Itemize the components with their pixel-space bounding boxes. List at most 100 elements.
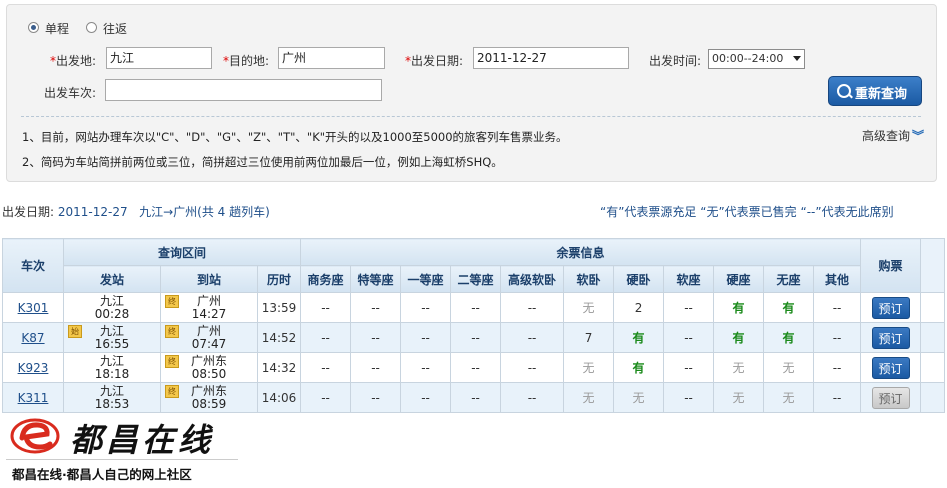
seat-availability-cell: 无 bbox=[763, 352, 815, 383]
train-number-cell: K923 bbox=[2, 352, 64, 383]
seat-availability-cell: -- bbox=[400, 292, 452, 323]
seat-availability-cell: 无 bbox=[563, 292, 615, 323]
duration-cell: 14:32 bbox=[256, 352, 302, 383]
col-seat-4: 高级软卧 bbox=[500, 265, 565, 293]
seat-availability-cell: 有 bbox=[613, 322, 665, 353]
arrival-cell: 终广州 14:27 bbox=[160, 292, 258, 323]
seat-availability-cell: -- bbox=[450, 382, 502, 413]
scroll-gutter-cell bbox=[920, 322, 946, 353]
seat-availability-cell: -- bbox=[500, 292, 565, 323]
col-train: 车次 bbox=[2, 238, 64, 293]
departure-cell: 始九江 16:55 bbox=[63, 322, 161, 353]
col-seat-8: 硬座 bbox=[713, 265, 765, 293]
seat-availability-cell: -- bbox=[300, 322, 352, 353]
col-seat-3: 二等座 bbox=[450, 265, 502, 293]
train-number-cell: K311 bbox=[2, 382, 64, 413]
arrival-time: 08:50 bbox=[191, 367, 227, 381]
seat-availability-cell: -- bbox=[500, 322, 565, 353]
duration-cell: 14:52 bbox=[256, 322, 302, 353]
seat-availability-cell: -- bbox=[350, 292, 402, 323]
book-button[interactable]: 预订 bbox=[871, 356, 910, 379]
one-way-radio[interactable] bbox=[28, 22, 39, 33]
table-row: K87 始九江 16:55 终广州 07:47 14:52 -- -- -- -- -- 7 有 -- 有有… bbox=[2, 322, 946, 353]
seat-availability-cell: 有 bbox=[713, 292, 765, 323]
book-button[interactable]: 预订 bbox=[871, 386, 910, 409]
seat-availability-cell: -- bbox=[400, 382, 452, 413]
train-no-input[interactable] bbox=[105, 79, 382, 101]
search-button[interactable]: 重新查询 bbox=[828, 76, 922, 106]
seat-availability-cell: -- bbox=[663, 322, 715, 353]
col-seat-10: 其他 bbox=[813, 265, 862, 293]
train-no-label: 出发车次: bbox=[44, 86, 97, 100]
watermark-name: 都昌在线 bbox=[70, 421, 215, 459]
train-number-link[interactable]: K87 bbox=[21, 331, 44, 345]
seat-availability-cell: -- bbox=[400, 352, 452, 383]
query-panel: 单程 往返 *出发地: 九江 *目的地: 广州 *出发日期: 2011-12-2… bbox=[6, 4, 937, 182]
advanced-query-link[interactable]: 高级查询 ︾ bbox=[862, 127, 924, 144]
departure-cell: 九江 18:18 bbox=[63, 352, 161, 383]
col-seat-2: 一等座 bbox=[400, 265, 452, 293]
col-arr: 到站 bbox=[160, 265, 258, 293]
table-row: K923 九江 18:18 终广州东 08:50 14:32 -- -- -- -- -- 无有 -- 无… bbox=[2, 352, 946, 383]
scroll-gutter-cell bbox=[920, 292, 946, 323]
col-seat-0: 商务座 bbox=[300, 265, 352, 293]
col-range: 查询区间 bbox=[62, 238, 302, 266]
seat-availability-cell: -- bbox=[450, 352, 502, 383]
summary-date: 2011-12-27 bbox=[57, 205, 128, 219]
from-input[interactable]: 九江 bbox=[106, 47, 212, 69]
booking-cell: 预订 bbox=[860, 382, 922, 413]
seat-availability-cell: -- bbox=[663, 382, 715, 413]
seat-availability-cell: -- bbox=[813, 292, 862, 323]
duration-cell: 13:59 bbox=[256, 292, 302, 323]
departure-cell: 九江 18:53 bbox=[63, 382, 161, 413]
results-table: 车次 查询区间 余票信息 购票 发站 到站 历时 商务座 特等座 一等座 二等座 高级软… bbox=[2, 238, 946, 413]
divider bbox=[21, 116, 921, 117]
watermark-tagline: 都昌在线·都昌人自己的网上社区 bbox=[12, 467, 192, 482]
summary-date-label: 出发日期: bbox=[2, 205, 55, 219]
seat-availability-cell: -- bbox=[350, 322, 402, 353]
train-number-link[interactable]: K923 bbox=[18, 361, 49, 375]
departure-time: 00:28 bbox=[94, 307, 130, 321]
book-button[interactable]: 预订 bbox=[871, 296, 910, 319]
train-number-link[interactable]: K311 bbox=[18, 391, 49, 405]
col-seat-6: 硬卧 bbox=[613, 265, 665, 293]
availability-legend: “有”代表票源充足 “无”代表票已售完 “--”代表无此席别 bbox=[600, 205, 894, 219]
watermark-divider bbox=[6, 459, 238, 460]
seat-availability-cell: -- bbox=[300, 382, 352, 413]
arrival-cell: 终广州东 08:59 bbox=[160, 382, 258, 413]
summary-count: 4 bbox=[217, 205, 226, 219]
seat-availability-cell: -- bbox=[350, 352, 402, 383]
one-way-label: 单程 bbox=[45, 22, 70, 36]
duration-cell: 14:06 bbox=[256, 382, 302, 413]
seat-availability-cell: -- bbox=[400, 322, 452, 353]
search-icon bbox=[837, 84, 851, 98]
col-seat-1: 特等座 bbox=[350, 265, 402, 293]
round-trip-radio[interactable] bbox=[86, 22, 97, 33]
train-number-link[interactable]: K301 bbox=[18, 301, 49, 315]
col-seat-9: 无座 bbox=[763, 265, 815, 293]
col-buy: 购票 bbox=[860, 238, 922, 293]
book-button[interactable]: 预订 bbox=[871, 326, 910, 349]
departure-time: 18:18 bbox=[94, 367, 130, 381]
date-input[interactable]: 2011-12-27 bbox=[473, 47, 629, 69]
seat-availability-cell: -- bbox=[813, 352, 862, 383]
seat-availability-cell: -- bbox=[500, 382, 565, 413]
seat-availability-cell: 无 bbox=[763, 382, 815, 413]
chevron-down-icon bbox=[793, 56, 801, 61]
seat-availability-cell: -- bbox=[663, 292, 715, 323]
seat-availability-cell: 无 bbox=[713, 382, 765, 413]
arrival-cell: 终广州东 08:50 bbox=[160, 352, 258, 383]
seat-availability-cell: 有 bbox=[613, 352, 665, 383]
seat-availability-cell: -- bbox=[813, 382, 862, 413]
seat-availability-cell: -- bbox=[450, 292, 502, 323]
departure-cell: 九江 00:28 bbox=[63, 292, 161, 323]
to-input[interactable]: 广州 bbox=[278, 47, 385, 69]
booking-cell: 预订 bbox=[860, 322, 922, 353]
round-trip-label: 往返 bbox=[103, 22, 128, 36]
seat-availability-cell: 有 bbox=[713, 322, 765, 353]
table-row: K301 九江 00:28 终广州 14:27 13:59 -- -- -- -- -- 无 2 -- 有有… bbox=[2, 292, 946, 323]
table-row: K311 九江 18:53 终广州东 08:59 14:06 -- -- -- -- -- 无无 -- 无… bbox=[2, 382, 946, 413]
scroll-gutter-cell bbox=[920, 352, 946, 383]
note-2: 2、简码为车站简拼前两位或三位，简拼超过三位使用前两位加最后一位，例如上海虹桥S… bbox=[22, 155, 503, 169]
time-select[interactable]: 00:00--24:00 bbox=[708, 49, 805, 69]
